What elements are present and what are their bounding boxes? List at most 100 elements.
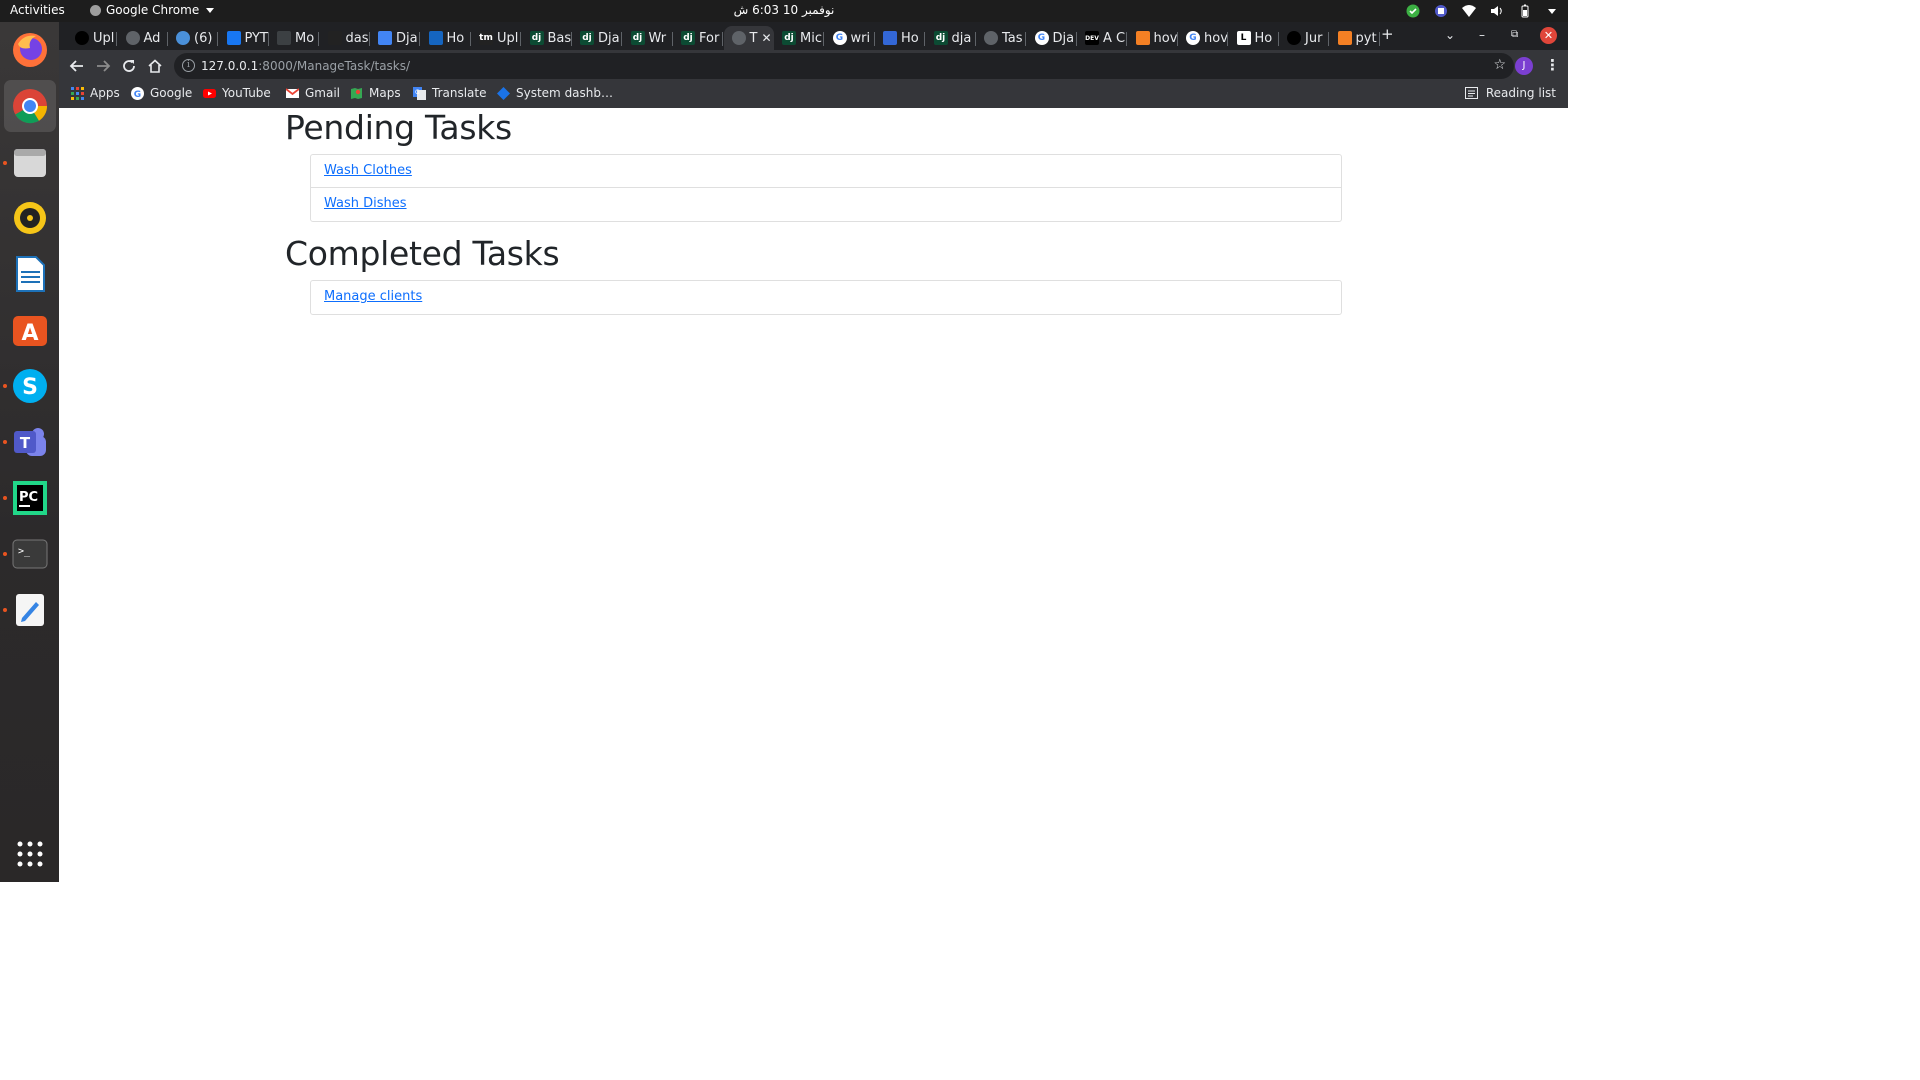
google-icon: G bbox=[832, 31, 847, 45]
tab-title: Mic bbox=[800, 30, 822, 46]
running-indicator bbox=[3, 440, 7, 444]
browser-tab[interactable]: hov bbox=[1128, 26, 1178, 50]
back-button[interactable] bbox=[67, 56, 87, 76]
reload-button[interactable] bbox=[119, 56, 139, 76]
bookmark-apps[interactable]: Apps bbox=[71, 86, 120, 100]
l-icon: L bbox=[1236, 31, 1251, 45]
bookmark-google[interactable]: G Google bbox=[131, 86, 192, 100]
pycharm-icon[interactable]: PC bbox=[10, 478, 50, 518]
wifi-icon[interactable] bbox=[1462, 4, 1476, 18]
task-link[interactable]: Wash Clothes bbox=[324, 163, 412, 178]
chrome-menu-icon[interactable]: ⋮ bbox=[1545, 56, 1560, 74]
update-shield-icon[interactable] bbox=[1406, 4, 1420, 18]
bookmark-label: Apps bbox=[90, 86, 120, 100]
clock[interactable]: نوفمبر 10 6:03 ش bbox=[0, 3, 1568, 17]
browser-tab[interactable]: Upl bbox=[67, 26, 117, 50]
address-bar[interactable]: i 127.0.0.1:8000/ManageTask/tasks/ ☆ bbox=[174, 53, 1514, 79]
tab-title: Wr bbox=[648, 30, 667, 46]
task-link[interactable]: Manage clients bbox=[324, 289, 422, 304]
tab-title: For bbox=[699, 30, 720, 46]
bookmark-maps[interactable]: Maps bbox=[350, 86, 401, 100]
browser-tab[interactable]: Ad bbox=[118, 26, 168, 50]
show-applications-icon[interactable] bbox=[10, 834, 50, 874]
browser-tab[interactable]: pyt bbox=[1330, 26, 1380, 50]
chat-icon bbox=[176, 31, 190, 45]
browser-tab[interactable]: dj Mic bbox=[774, 26, 824, 50]
teams-tray-icon[interactable] bbox=[1434, 4, 1448, 18]
tab-title: hov bbox=[1153, 30, 1178, 46]
globe-icon bbox=[984, 31, 998, 45]
task-link[interactable]: Wash Dishes bbox=[324, 196, 407, 211]
django-icon: dj bbox=[529, 31, 544, 45]
restore-button[interactable]: ⧉ bbox=[1511, 29, 1518, 40]
reading-list-button[interactable]: Reading list bbox=[1464, 86, 1556, 100]
libreoffice-writer-icon[interactable] bbox=[10, 254, 50, 294]
home-button[interactable] bbox=[145, 56, 165, 76]
maps-icon bbox=[350, 87, 363, 100]
bookmark-star-icon[interactable]: ☆ bbox=[1493, 57, 1506, 73]
browser-tab[interactable]: Mo bbox=[269, 26, 319, 50]
terminal-icon[interactable]: >_ bbox=[10, 534, 50, 574]
close-window-button[interactable]: ✕ bbox=[1540, 27, 1557, 44]
browser-tab[interactable]: tm Upl bbox=[471, 26, 521, 50]
bookmark-label: Maps bbox=[369, 86, 401, 100]
google-icon: G bbox=[1034, 31, 1049, 45]
firefox-icon[interactable] bbox=[10, 30, 50, 70]
rhythmbox-icon[interactable] bbox=[10, 198, 50, 238]
bookmark-system-dashb[interactable]: System dashb… bbox=[497, 86, 613, 100]
teams-icon[interactable]: T bbox=[10, 422, 50, 462]
profile-avatar[interactable]: J bbox=[1515, 57, 1533, 75]
task-list-item: Wash Dishes bbox=[311, 188, 1341, 221]
browser-tab[interactable]: Ho bbox=[421, 26, 471, 50]
browser-tab[interactable]: Jur bbox=[1279, 26, 1329, 50]
browser-tab[interactable]: Tas bbox=[976, 26, 1026, 50]
browser-tab[interactable]: dj For bbox=[673, 26, 723, 50]
volume-icon[interactable] bbox=[1490, 4, 1504, 18]
system-menu-caret-icon[interactable] bbox=[1548, 8, 1556, 14]
browser-tab[interactable]: PYT bbox=[219, 26, 269, 50]
forward-button[interactable] bbox=[93, 56, 113, 76]
text-editor-icon[interactable] bbox=[10, 590, 50, 630]
skype-icon[interactable]: S bbox=[10, 366, 50, 406]
browser-tab[interactable]: L Ho bbox=[1229, 26, 1279, 50]
site-info-icon[interactable]: i bbox=[182, 59, 195, 72]
url-path: :8000/ManageTask/tasks/ bbox=[258, 59, 411, 73]
tab-search-chevron-icon[interactable]: ⌄ bbox=[1445, 28, 1455, 42]
browser-tab[interactable]: T ✕ bbox=[723, 26, 774, 50]
minimize-button[interactable]: – bbox=[1479, 28, 1485, 42]
files-icon[interactable] bbox=[10, 142, 50, 182]
browser-tab[interactable]: Ho bbox=[875, 26, 925, 50]
bookmark-label: YouTube bbox=[222, 86, 271, 100]
browser-tab[interactable]: Ghov bbox=[1178, 26, 1228, 50]
battery-icon[interactable] bbox=[1518, 4, 1532, 18]
django-icon: dj bbox=[782, 31, 796, 45]
tab-strip: + ⌄ – ⧉ ✕ Upl Ad (6) PYT Mo das Dja Ho tm Upl dj Ba… bbox=[59, 22, 1568, 50]
bookmark-label: Gmail bbox=[305, 86, 341, 100]
browser-tab[interactable]: dj Bas bbox=[522, 26, 572, 50]
chrome-icon[interactable] bbox=[4, 80, 56, 132]
tab-title: Ad bbox=[143, 30, 161, 46]
browser-tab[interactable]: Dja bbox=[370, 26, 420, 50]
system-tray[interactable] bbox=[1406, 4, 1556, 18]
bookmarks-bar: Reading list Apps G Google YouTube Gmail Maps… bbox=[59, 82, 1568, 108]
bookmark-gmail[interactable]: Gmail bbox=[285, 86, 341, 100]
tab-title: Mo bbox=[295, 30, 315, 46]
apps-grid-icon bbox=[71, 86, 84, 100]
completed-tasks-heading: Completed Tasks bbox=[285, 234, 560, 273]
browser-tab[interactable]: G Dja bbox=[1027, 26, 1077, 50]
url-text[interactable]: 127.0.0.1:8000/ManageTask/tasks/ bbox=[201, 59, 410, 73]
browser-tab[interactable]: DEV A C bbox=[1077, 26, 1127, 50]
globe-icon bbox=[731, 31, 746, 45]
bookmark-youtube[interactable]: YouTube bbox=[203, 86, 271, 100]
browser-tab[interactable]: dj Wr bbox=[623, 26, 673, 50]
new-tab-button[interactable]: + bbox=[1381, 25, 1394, 43]
close-tab-icon[interactable]: ✕ bbox=[761, 31, 771, 45]
bookmark-translate[interactable]: G Translate bbox=[413, 86, 487, 100]
browser-tab[interactable]: dj dja bbox=[926, 26, 976, 50]
django-icon: dj bbox=[681, 31, 695, 45]
browser-tab[interactable]: (6) bbox=[168, 26, 218, 50]
browser-tab[interactable]: dj Dja bbox=[572, 26, 622, 50]
browser-tab[interactable]: Gwri bbox=[825, 26, 875, 50]
ubuntu-software-icon[interactable]: A bbox=[10, 310, 50, 350]
browser-tab[interactable]: das bbox=[320, 26, 370, 50]
